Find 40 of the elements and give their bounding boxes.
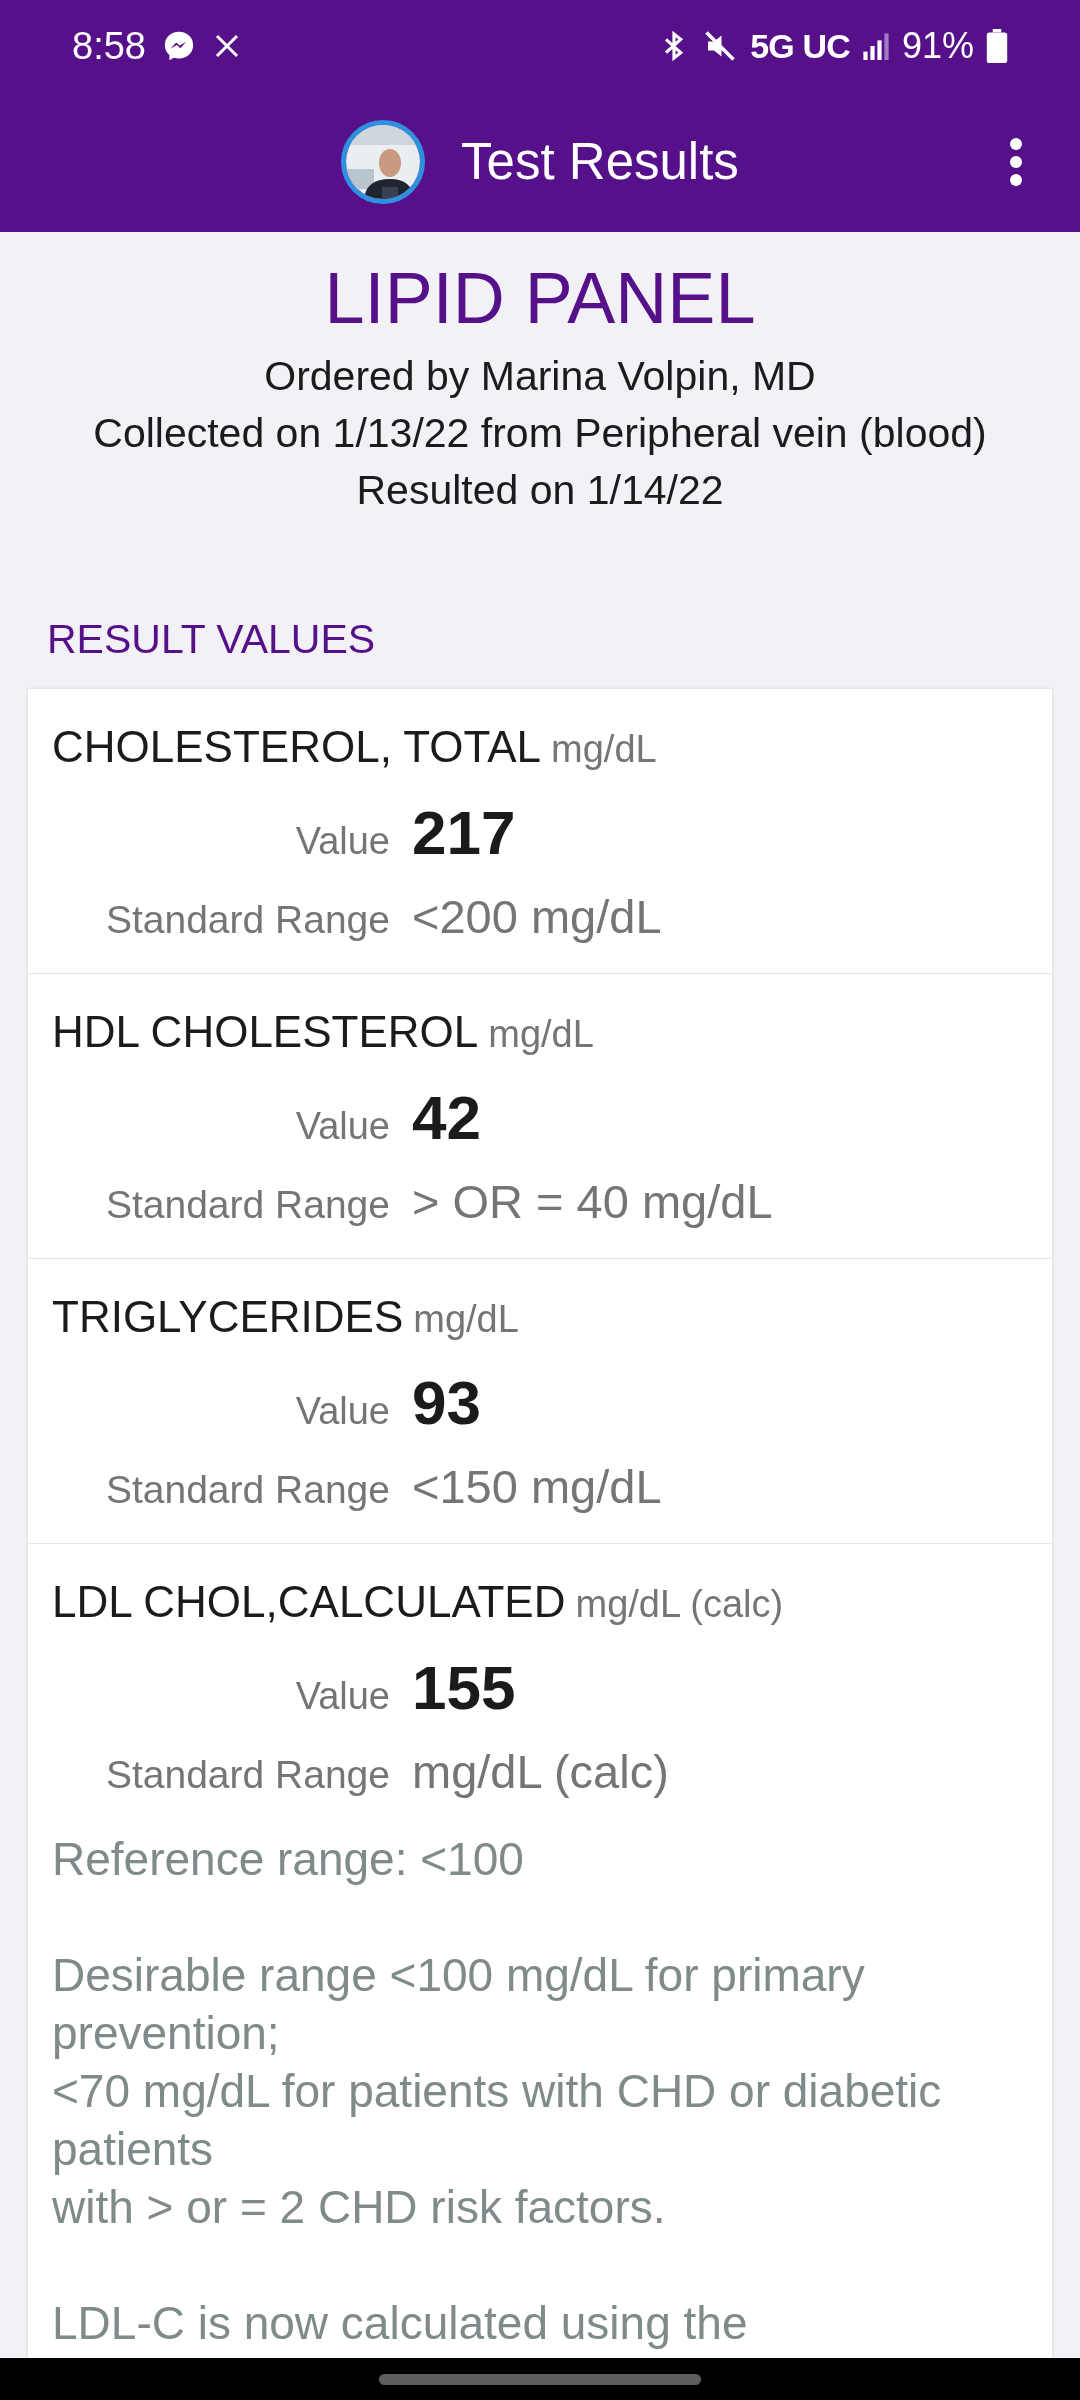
section-heading: RESULT VALUES [47, 615, 377, 663]
panel-title: LIPID PANEL [324, 258, 756, 338]
signal-icon [861, 31, 890, 61]
range-label: Standard Range [104, 1467, 390, 1513]
battery-percent: 91% [901, 24, 974, 68]
more-options-icon[interactable] [1008, 138, 1024, 186]
result-name: LDL CHOL,CALCULATED [52, 1576, 566, 1628]
result-name: TRIGLYCERIDES [52, 1291, 404, 1343]
note-text: Reference range: <100 [52, 1832, 525, 1887]
value-label: Value [294, 1674, 390, 1719]
range-label: Standard Range [104, 897, 390, 943]
standard-range: mg/dL (calc) [412, 1744, 670, 1800]
range-label: Standard Range [104, 1182, 390, 1228]
result-unit: mg/dL [413, 1297, 519, 1342]
standard-range: <150 mg/dL [412, 1459, 663, 1515]
value-label: Value [294, 1389, 390, 1434]
panel-detail: Resulted on 1/14/22 [356, 466, 724, 515]
battery-icon [986, 29, 1008, 63]
result-value: 93 [412, 1367, 482, 1439]
screen-title: Test Results [461, 131, 739, 192]
result-value: 217 [412, 797, 517, 869]
note-text: Desirable range <100 mg/dL for primary prevention; <70 mg/dL for patients with CHD or diabetic patients with > or = 2 CHD risk factors. [52, 1948, 943, 2235]
result-value: 155 [412, 1652, 517, 1724]
panel-detail: Collected on 1/13/22 from Peripheral vein (blood) [93, 409, 987, 458]
result-name: HDL CHOLESTEROL [52, 1006, 479, 1058]
result-unit: mg/dL (calc) [575, 1582, 784, 1627]
panel-detail: Ordered by Marina Volpin, MD [264, 352, 816, 401]
range-label: Standard Range [104, 1752, 390, 1798]
result-unit: mg/dL [488, 1012, 594, 1057]
result-value: 42 [412, 1082, 482, 1154]
result-name: CHOLESTEROL, TOTAL [52, 721, 542, 773]
network-label: 5G UC [750, 25, 850, 67]
home-handle[interactable] [379, 2373, 701, 2385]
note-text: LDL-C is now calculated using the [52, 2296, 749, 2351]
result-unit: mg/dL [551, 727, 657, 772]
value-label: Value [294, 819, 390, 864]
status-time: 8:58 [72, 23, 146, 69]
standard-range: > OR = 40 mg/dL [412, 1174, 774, 1230]
value-label: Value [294, 1104, 390, 1149]
standard-range: <200 mg/dL [412, 889, 663, 945]
